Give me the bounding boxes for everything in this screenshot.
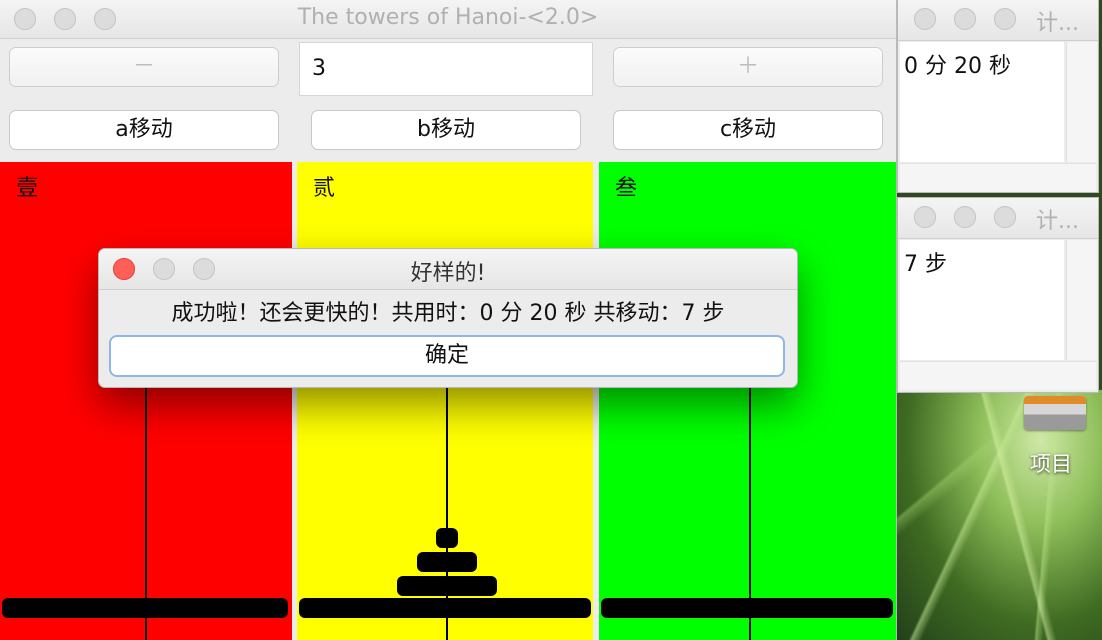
zoom-icon[interactable]: [994, 8, 1016, 30]
dialog-message: 成功啦！还会更快的！共用时：0 分 20 秒 共移动：7 步: [171, 301, 725, 326]
tower-3-panel[interactable]: 叁: [599, 162, 896, 640]
dialog-title: 好样的!: [410, 261, 486, 286]
tower-1-base: [2, 598, 288, 618]
minimize-icon[interactable]: [954, 206, 976, 228]
timer-window-title: 计...: [1036, 11, 1079, 36]
disk-large: [397, 576, 497, 596]
window-title: The towers of Hanoi-<2.0>: [297, 5, 599, 30]
vertical-scrollbar[interactable]: [1066, 240, 1097, 360]
hanoi-titlebar[interactable]: The towers of Hanoi-<2.0>: [0, 0, 896, 39]
move-a-button[interactable]: a移动: [10, 111, 278, 149]
vertical-scrollbar[interactable]: [1066, 42, 1097, 162]
close-icon[interactable]: [914, 8, 936, 30]
horizontal-scrollbar[interactable]: [900, 361, 1096, 390]
timer-titlebar[interactable]: 计...: [898, 0, 1098, 41]
ok-button[interactable]: 确定: [111, 337, 783, 375]
tower-2-base: [299, 598, 591, 618]
tower-3-base: [601, 598, 893, 618]
move-c-button[interactable]: c移动: [614, 111, 882, 149]
timer-window: 计... 0 分 20 秒: [898, 0, 1098, 192]
disk-small: [436, 528, 458, 548]
dialog-titlebar[interactable]: 好样的!: [99, 249, 797, 290]
horizontal-scrollbar[interactable]: [900, 163, 1096, 192]
steps-window-title: 计...: [1036, 209, 1079, 234]
tower-3-label: 叁: [615, 176, 638, 201]
minimize-icon[interactable]: [954, 8, 976, 30]
tower-2-panel[interactable]: 贰: [297, 162, 593, 640]
tower-2-label: 贰: [313, 176, 336, 201]
increase-button[interactable]: ＋: [614, 48, 882, 86]
steps-titlebar[interactable]: 计...: [898, 198, 1098, 239]
tower-1-label: 壹: [16, 176, 39, 201]
drive-icon[interactable]: [1024, 396, 1086, 430]
success-dialog: 好样的! 成功啦！还会更快的！共用时：0 分 20 秒 共移动：7 步 确定: [99, 249, 797, 387]
decrease-button[interactable]: －: [10, 48, 278, 86]
steps-window: 计... 7 步: [898, 198, 1098, 392]
close-icon[interactable]: [914, 206, 936, 228]
disk-medium: [417, 552, 477, 572]
desktop-item-label[interactable]: 项目: [1030, 448, 1072, 478]
move-b-button[interactable]: b移动: [312, 111, 580, 149]
zoom-icon[interactable]: [994, 206, 1016, 228]
disk-count-field[interactable]: 3: [299, 42, 593, 96]
tower-1-panel[interactable]: 壹: [0, 162, 292, 640]
elapsed-time-text: 0 分 20 秒: [900, 42, 1064, 162]
step-count-text: 7 步: [900, 240, 1064, 360]
